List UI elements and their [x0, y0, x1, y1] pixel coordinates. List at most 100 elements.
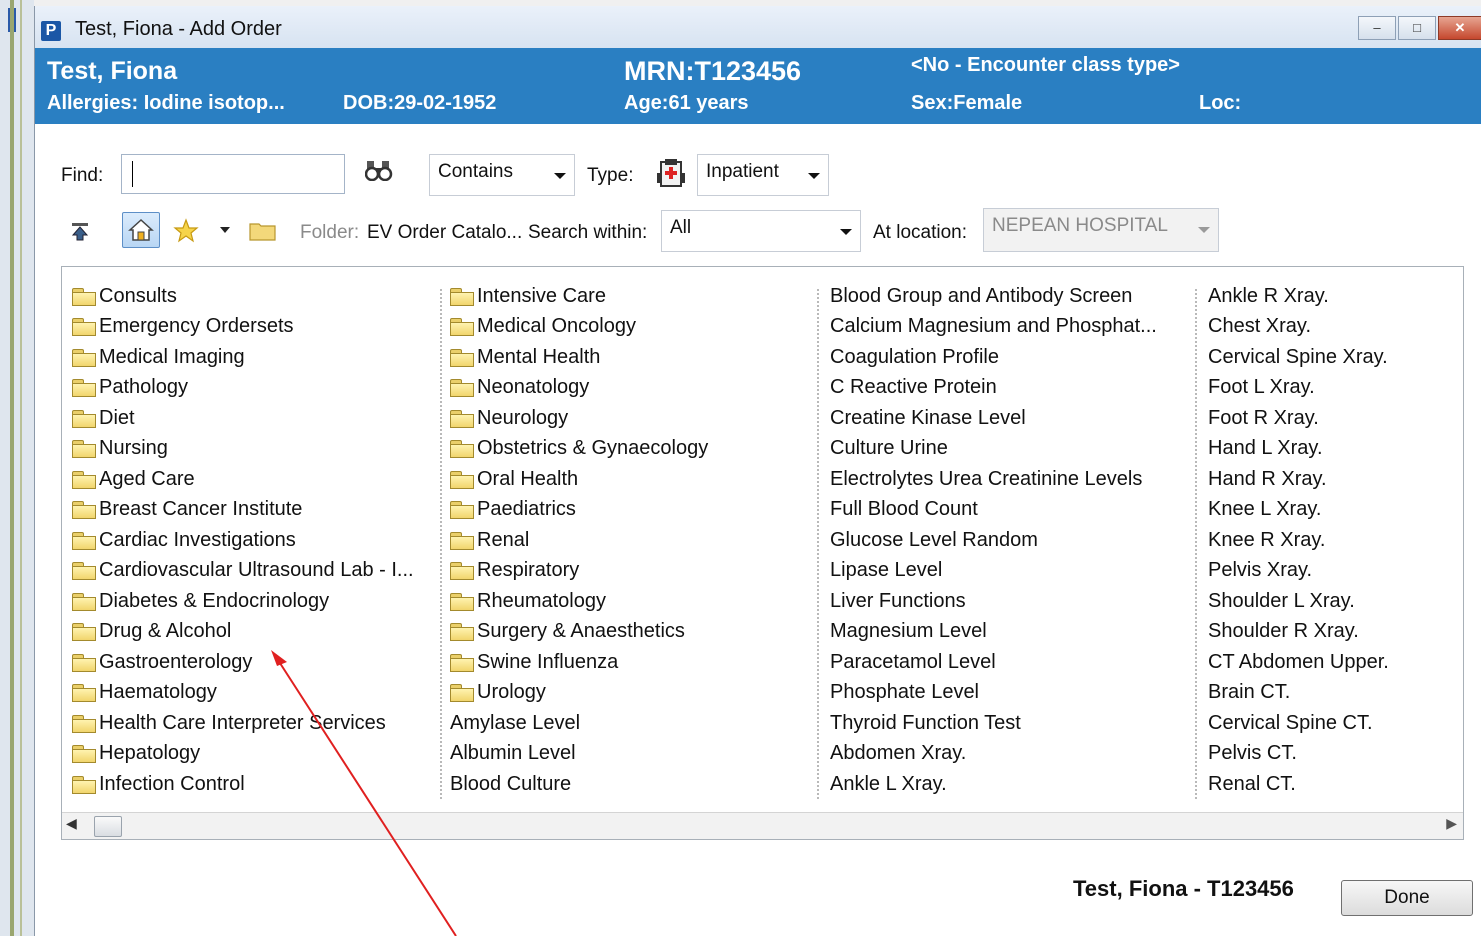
- type-select[interactable]: Inpatient: [697, 154, 829, 196]
- catalog-order-item[interactable]: Foot L Xray.: [1208, 373, 1389, 404]
- catalog-folder-item[interactable]: Consults: [72, 281, 414, 312]
- catalog-order-item[interactable]: Magnesium Level: [830, 617, 1157, 648]
- catalog-order-item[interactable]: C Reactive Protein: [830, 373, 1157, 404]
- catalog-folder-item[interactable]: Nursing: [72, 434, 414, 465]
- catalog-order-item[interactable]: Glucose Level Random: [830, 525, 1157, 556]
- folder-icon: [72, 684, 96, 703]
- catalog-order-item[interactable]: Phosphate Level: [830, 678, 1157, 709]
- catalog-order-item[interactable]: Abdomen Xray.: [830, 739, 1157, 770]
- order-catalog-list[interactable]: Consults Emergency Ordersets Medical Imagi…: [61, 266, 1464, 840]
- catalog-order-item[interactable]: Ankle R Xray.: [1208, 281, 1389, 312]
- catalog-order-item[interactable]: Amylase Level: [450, 708, 708, 739]
- chevron-down-icon: [1198, 227, 1210, 233]
- minimize-icon: –: [1373, 20, 1381, 35]
- catalog-order-item[interactable]: Pelvis CT.: [1208, 739, 1389, 770]
- minimize-button[interactable]: –: [1358, 16, 1396, 40]
- catalog-order-item[interactable]: Ankle L Xray.: [830, 769, 1157, 800]
- catalog-column-2: Intensive Care Medical Oncology Mental Hea…: [450, 281, 708, 800]
- catalog-folder-item[interactable]: Surgery & Anaesthetics: [450, 617, 708, 648]
- catalog-folder-item[interactable]: Cardiovascular Ultrasound Lab - I...: [72, 556, 414, 587]
- catalog-order-item[interactable]: Foot R Xray.: [1208, 403, 1389, 434]
- catalog-folder-item[interactable]: Intensive Care: [450, 281, 708, 312]
- catalog-folder-item[interactable]: Breast Cancer Institute: [72, 495, 414, 526]
- favorites-star-icon[interactable]: [173, 218, 199, 244]
- search-within-select[interactable]: All: [661, 210, 861, 252]
- close-button[interactable]: ✕: [1438, 16, 1481, 40]
- catalog-order-item[interactable]: Pelvis Xray.: [1208, 556, 1389, 587]
- catalog-folder-item[interactable]: Oral Health: [450, 464, 708, 495]
- scroll-left-icon[interactable]: ◀: [66, 815, 77, 832]
- catalog-folder-item[interactable]: Neonatology: [450, 373, 708, 404]
- catalog-folder-item[interactable]: Respiratory: [450, 556, 708, 587]
- home-icon: [128, 218, 154, 241]
- maximize-button[interactable]: □: [1398, 16, 1436, 40]
- match-mode-select[interactable]: Contains: [429, 154, 575, 196]
- catalog-folder-item[interactable]: Rheumatology: [450, 586, 708, 617]
- catalog-folder-item[interactable]: Neurology: [450, 403, 708, 434]
- up-folder-icon[interactable]: [69, 220, 91, 242]
- catalog-folder-item[interactable]: Medical Imaging: [72, 342, 414, 373]
- catalog-order-item[interactable]: Liver Functions: [830, 586, 1157, 617]
- catalog-order-item[interactable]: Renal CT.: [1208, 769, 1389, 800]
- encounter-class: <No - Encounter class type>: [911, 54, 1180, 76]
- catalog-order-item[interactable]: Knee L Xray.: [1208, 495, 1389, 526]
- catalog-folder-item[interactable]: Infection Control: [72, 769, 414, 800]
- catalog-folder-item[interactable]: Mental Health: [450, 342, 708, 373]
- catalog-order-item[interactable]: Knee R Xray.: [1208, 525, 1389, 556]
- catalog-folder-item[interactable]: Health Care Interpreter Services: [72, 708, 414, 739]
- catalog-folder-item[interactable]: Emergency Ordersets: [72, 312, 414, 343]
- catalog-order-item[interactable]: Full Blood Count: [830, 495, 1157, 526]
- catalog-folder-item[interactable]: Haematology: [72, 678, 414, 709]
- catalog-folder-item[interactable]: Gastroenterology: [72, 647, 414, 678]
- catalog-order-item[interactable]: Hand R Xray.: [1208, 464, 1389, 495]
- catalog-order-item[interactable]: Shoulder L Xray.: [1208, 586, 1389, 617]
- catalog-folder-item[interactable]: Medical Oncology: [450, 312, 708, 343]
- folder-icon[interactable]: [249, 220, 277, 242]
- folder-icon: [450, 592, 474, 611]
- done-button[interactable]: Done: [1341, 880, 1473, 916]
- catalog-order-item[interactable]: Brain CT.: [1208, 678, 1389, 709]
- catalog-order-item[interactable]: Thyroid Function Test: [830, 708, 1157, 739]
- catalog-item-label: Foot R Xray.: [1208, 406, 1319, 429]
- catalog-folder-item[interactable]: Cardiac Investigations: [72, 525, 414, 556]
- catalog-order-item[interactable]: Cervical Spine Xray.: [1208, 342, 1389, 373]
- catalog-folder-item[interactable]: Pathology: [72, 373, 414, 404]
- scroll-right-icon[interactable]: ▶: [1446, 815, 1457, 832]
- catalog-order-item[interactable]: Hand L Xray.: [1208, 434, 1389, 465]
- catalog-order-item[interactable]: Culture Urine: [830, 434, 1157, 465]
- catalog-order-item[interactable]: Chest Xray.: [1208, 312, 1389, 343]
- catalog-order-item[interactable]: Electrolytes Urea Creatinine Levels: [830, 464, 1157, 495]
- title-bar[interactable]: P Test, Fiona - Add Order – □ ✕: [35, 6, 1481, 48]
- sex: Sex:Female: [911, 92, 1023, 114]
- catalog-order-item[interactable]: Blood Group and Antibody Screen: [830, 281, 1157, 312]
- catalog-order-item[interactable]: Albumin Level: [450, 739, 708, 770]
- catalog-folder-item[interactable]: Aged Care: [72, 464, 414, 495]
- home-button[interactable]: [122, 212, 160, 248]
- catalog-order-item[interactable]: Paracetamol Level: [830, 647, 1157, 678]
- catalog-order-item[interactable]: Lipase Level: [830, 556, 1157, 587]
- catalog-folder-item[interactable]: Renal: [450, 525, 708, 556]
- catalog-order-item[interactable]: Shoulder R Xray.: [1208, 617, 1389, 648]
- catalog-folder-item[interactable]: Diet: [72, 403, 414, 434]
- binoculars-icon[interactable]: [365, 159, 395, 181]
- catalog-folder-item[interactable]: Drug & Alcohol: [72, 617, 414, 648]
- catalog-folder-item[interactable]: Hepatology: [72, 739, 414, 770]
- column-divider: [440, 289, 442, 799]
- catalog-folder-item[interactable]: Diabetes & Endocrinology: [72, 586, 414, 617]
- horizontal-scrollbar[interactable]: ◀ ▶: [62, 812, 1463, 839]
- scrollbar-thumb[interactable]: [94, 816, 122, 837]
- catalog-order-item[interactable]: Creatine Kinase Level: [830, 403, 1157, 434]
- find-input[interactable]: [121, 154, 345, 194]
- catalog-order-item[interactable]: Cervical Spine CT.: [1208, 708, 1389, 739]
- catalog-folder-item[interactable]: Urology: [450, 678, 708, 709]
- catalog-order-item[interactable]: CT Abdomen Upper.: [1208, 647, 1389, 678]
- catalog-order-item[interactable]: Calcium Magnesium and Phosphat...: [830, 312, 1157, 343]
- catalog-order-item[interactable]: Coagulation Profile: [830, 342, 1157, 373]
- location-select[interactable]: NEPEAN HOSPITAL: [983, 208, 1219, 252]
- catalog-folder-item[interactable]: Paediatrics: [450, 495, 708, 526]
- catalog-item-label: Shoulder R Xray.: [1208, 620, 1359, 643]
- catalog-folder-item[interactable]: Swine Influenza: [450, 647, 708, 678]
- catalog-order-item[interactable]: Blood Culture: [450, 769, 708, 800]
- favorites-dropdown-icon[interactable]: [219, 226, 231, 234]
- catalog-folder-item[interactable]: Obstetrics & Gynaecology: [450, 434, 708, 465]
